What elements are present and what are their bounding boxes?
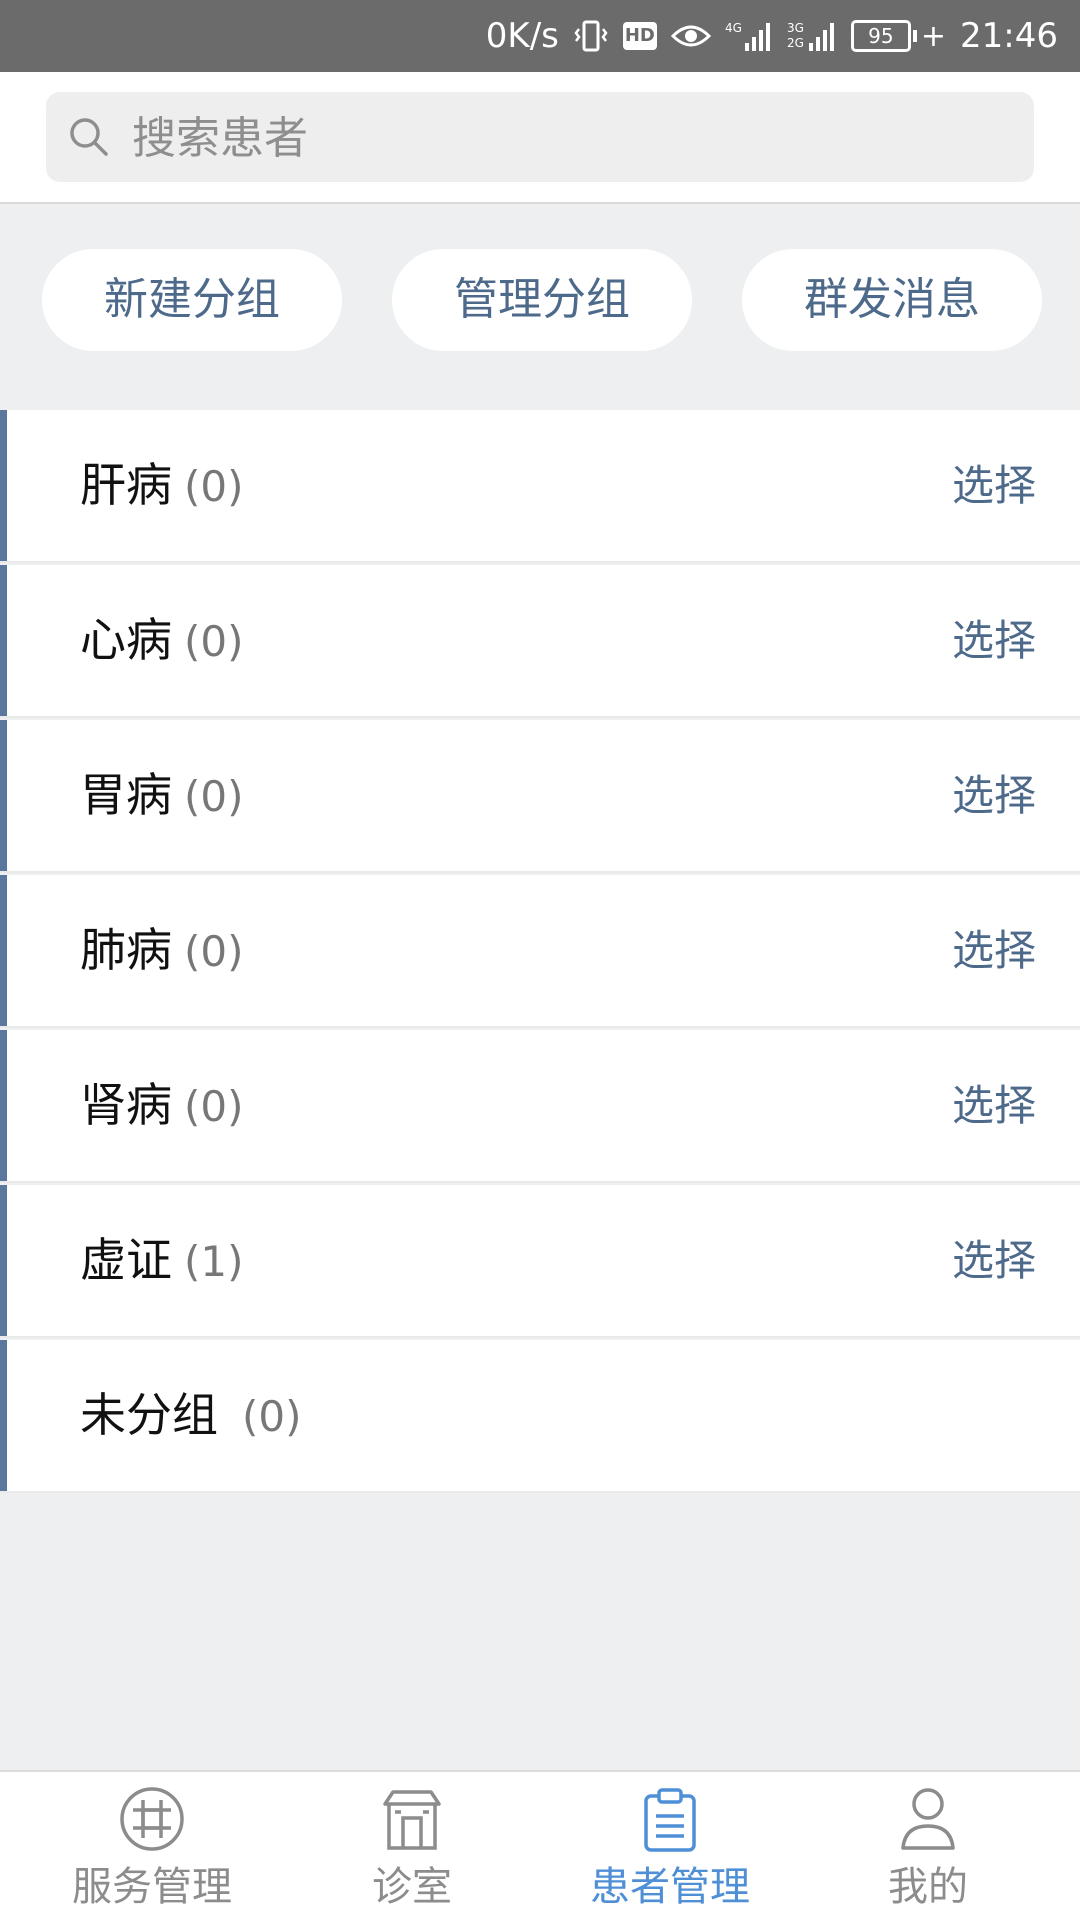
- group-count: (1): [184, 1237, 244, 1286]
- group-name: 心病: [80, 613, 172, 667]
- svg-text:2G: 2G: [787, 36, 804, 50]
- group-name: 未分组: [80, 1388, 218, 1442]
- select-button[interactable]: 选择: [952, 410, 1036, 561]
- tab-label: 诊室: [372, 1864, 452, 1910]
- tab-me[interactable]: 我的: [793, 1772, 1063, 1922]
- tab-service-management[interactable]: 服务管理: [17, 1772, 287, 1922]
- new-group-button[interactable]: 新建分组: [42, 249, 342, 351]
- group-count: (0): [242, 1392, 302, 1441]
- vibrate-icon: [573, 19, 609, 53]
- battery-icon: 95 +: [850, 19, 946, 54]
- group-count: (0): [184, 772, 244, 821]
- group-accent-bar: [0, 1030, 7, 1181]
- network-speed: 0K/s: [485, 16, 559, 56]
- group-accent-bar: [0, 1340, 7, 1491]
- group-accent-bar: [0, 720, 7, 871]
- hd-icon: HD: [622, 22, 657, 50]
- group-count: (0): [184, 617, 244, 666]
- person-icon: [895, 1786, 961, 1856]
- group-accent-bar: [0, 875, 7, 1026]
- search-input[interactable]: [130, 92, 1014, 184]
- tab-clinic[interactable]: 诊室: [277, 1772, 547, 1922]
- group-row-lung[interactable]: 肺病 (0) 选择: [0, 875, 1080, 1028]
- select-button[interactable]: 选择: [952, 720, 1036, 871]
- tab-label: 患者管理: [590, 1864, 750, 1910]
- manage-group-button[interactable]: 管理分组: [392, 249, 692, 351]
- search-bar: [0, 72, 1080, 204]
- group-name: 肝病: [80, 458, 172, 512]
- group-count: (0): [184, 1082, 244, 1131]
- status-bar-indicators: 0K/s HD 4G 3G 2G 95 + 21:46: [486, 0, 1058, 72]
- group-accent-bar: [0, 1185, 7, 1336]
- search-icon: [68, 116, 110, 162]
- group-name: 虚证: [80, 1233, 172, 1287]
- bottom-tab-bar: 服务管理 诊室 患者管理 我的: [0, 1770, 1080, 1922]
- eye-icon: [670, 21, 711, 51]
- clock: 21:46: [960, 16, 1058, 56]
- group-list: 肝病 (0) 选择 心病 (0) 选择 胃病 (0) 选择 肺病 (0) 选择 肾病 (0…: [0, 394, 1080, 1493]
- group-row-liver[interactable]: 肝病 (0) 选择: [0, 410, 1080, 563]
- select-button[interactable]: 选择: [952, 1030, 1036, 1181]
- signal-4g-icon: 4G: [725, 19, 773, 53]
- svg-text:4G: 4G: [725, 21, 742, 35]
- select-button[interactable]: 选择: [952, 1185, 1036, 1336]
- status-bar: 0K/s HD 4G 3G 2G 95 + 21:46: [0, 0, 1080, 72]
- group-row-heart[interactable]: 心病 (0) 选择: [0, 565, 1080, 718]
- clipboard-icon: [637, 1786, 703, 1856]
- tab-patient-management[interactable]: 患者管理: [535, 1772, 805, 1922]
- tab-label: 我的: [888, 1864, 968, 1910]
- service-icon: [119, 1786, 185, 1856]
- signal-3g-icon: 3G 2G: [787, 19, 837, 53]
- battery-level: 95: [850, 20, 911, 52]
- select-button[interactable]: 选择: [952, 565, 1036, 716]
- clinic-icon: [379, 1786, 445, 1856]
- group-count: (0): [184, 462, 244, 511]
- group-row-stomach[interactable]: 胃病 (0) 选择: [0, 720, 1080, 873]
- group-name: 胃病: [80, 768, 172, 822]
- group-actions: 新建分组 管理分组 群发消息: [0, 204, 1080, 394]
- select-button[interactable]: 选择: [952, 875, 1036, 1026]
- group-row-ungrouped[interactable]: 未分组 (0): [0, 1340, 1080, 1493]
- search-box[interactable]: [46, 92, 1034, 184]
- svg-text:3G: 3G: [787, 21, 804, 35]
- group-name: 肾病: [80, 1078, 172, 1132]
- group-row-kidney[interactable]: 肾病 (0) 选择: [0, 1030, 1080, 1183]
- group-row-deficiency[interactable]: 虚证 (1) 选择: [0, 1185, 1080, 1338]
- group-name: 肺病: [80, 923, 172, 977]
- broadcast-message-button[interactable]: 群发消息: [742, 249, 1042, 351]
- tab-label: 服务管理: [72, 1864, 232, 1910]
- group-accent-bar: [0, 565, 7, 716]
- group-count: (0): [184, 927, 244, 976]
- group-accent-bar: [0, 410, 7, 561]
